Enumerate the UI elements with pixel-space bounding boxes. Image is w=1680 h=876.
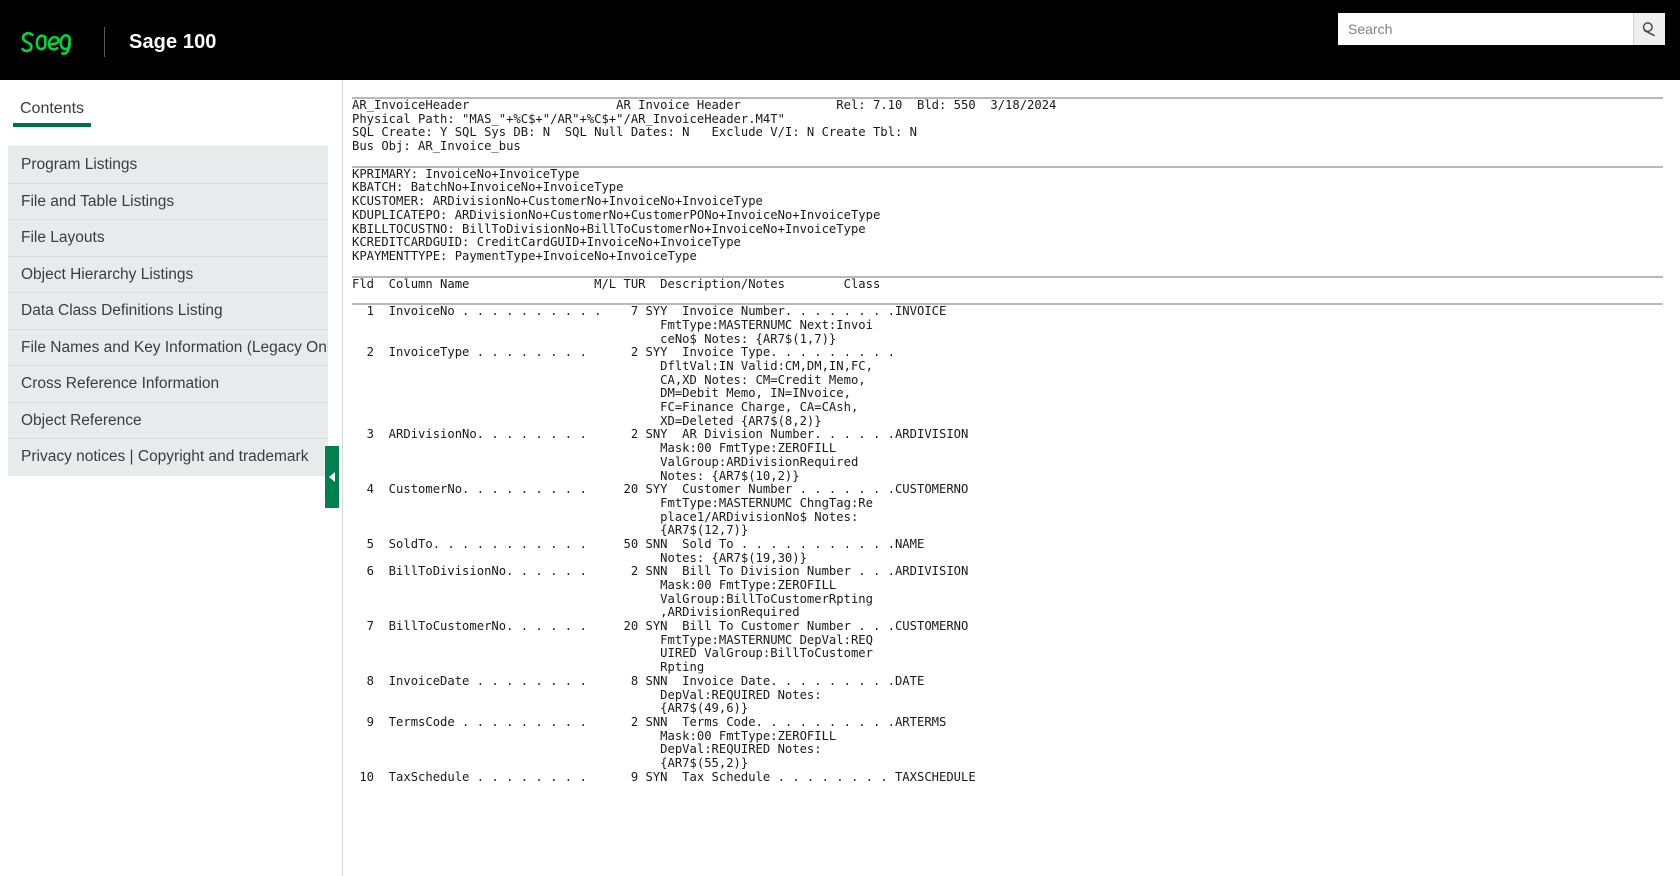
search-input[interactable] [1338, 13, 1633, 45]
key-definitions-block: KPRIMARY: InvoiceNo+InvoiceType KBATCH: … [352, 166, 881, 263]
sidebar: Contents Program Listings File and Table… [0, 80, 336, 876]
top-header-bar: Sage 100 [0, 0, 1680, 80]
sidebar-item-label: File Layouts [21, 229, 105, 246]
field-rows-block: 1 InvoiceNo . . . . . . . . . . 7 SYY In… [359, 304, 976, 784]
sidebar-item-object-hierarchy-listings[interactable]: Object Hierarchy Listings [8, 257, 328, 293]
search-button[interactable] [1633, 13, 1665, 45]
sidebar-item-label: Object Hierarchy Listings [21, 265, 194, 283]
sidebar-item-program-listings[interactable]: Program Listings [8, 147, 328, 184]
search-icon [1642, 21, 1655, 36]
sidebar-item-file-and-table-listings[interactable]: File and Table Listings [8, 184, 328, 220]
app-title: Sage 100 [129, 30, 217, 53]
sidebar-item-object-reference[interactable]: Object Reference [8, 403, 328, 439]
sidebar-item-label: Cross Reference Information [21, 375, 220, 392]
sidebar-item-data-class-definitions-listing[interactable]: Data Class Definitions Listing [8, 293, 328, 330]
sidebar-item-label: File Names and Key Information (Legacy O… [21, 338, 328, 356]
tab-contents[interactable]: Contents [13, 100, 92, 127]
sidebar-item-file-layouts[interactable]: File Layouts [8, 220, 328, 257]
search-area [1338, 13, 1665, 45]
file-layout-document: AR_InvoiceHeader AR Invoice Header Rel: … [343, 80, 1680, 784]
sage-logo [21, 32, 71, 55]
brand: Sage 100 [20, 24, 217, 60]
sidebar-item-label: Object Reference [21, 411, 142, 429]
tab-active-indicator [13, 123, 92, 127]
content-panel: AR_InvoiceHeader AR Invoice Header Rel: … [342, 80, 1680, 876]
sidebar-collapse-handle[interactable] [325, 446, 339, 508]
sidebar-item-cross-reference-information[interactable]: Cross Reference Information [8, 366, 328, 403]
sidebar-item-label: Program Listings [21, 156, 138, 173]
file-header-block: AR_InvoiceHeader AR Invoice Header Rel: … [352, 98, 1057, 154]
sidebar-item-file-names-and-key-information[interactable]: File Names and Key Information (Legacy O… [8, 330, 328, 366]
sidebar-item-privacy-notices[interactable]: Privacy notices | Copyright and trademar… [8, 439, 328, 476]
contents-nav-list: Program Listings File and Table Listings… [8, 146, 328, 476]
sidebar-item-label: Data Class Definitions Listing [21, 302, 223, 319]
brand-divider [104, 27, 105, 57]
chevron-left-icon [329, 472, 335, 482]
sidebar-item-label: File and Table Listings [21, 192, 175, 210]
sidebar-item-label: Privacy notices | Copyright and trademar… [21, 448, 309, 465]
column-header-row: Fld Column Name M/L TUR Description/Note… [352, 276, 881, 291]
